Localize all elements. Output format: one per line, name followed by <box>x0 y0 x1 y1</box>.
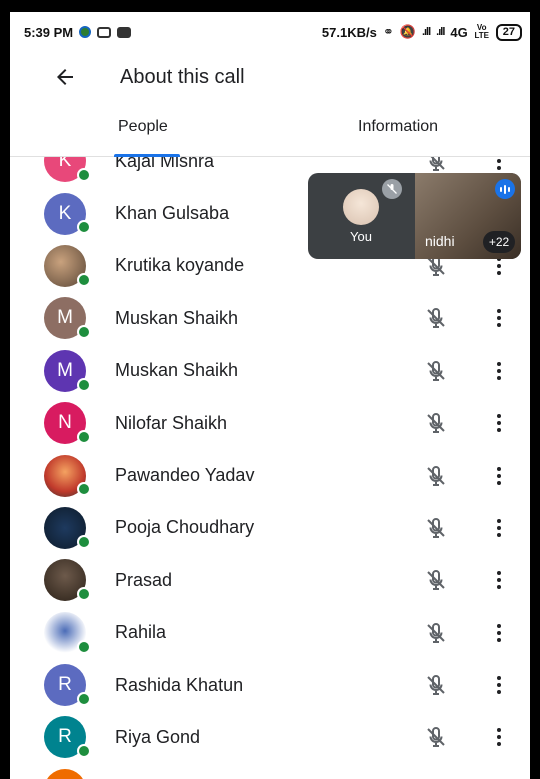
tab-information[interactable]: Information <box>358 118 438 136</box>
participant-name: Muskan Shaikh <box>115 307 239 328</box>
more-options-button[interactable] <box>490 157 508 173</box>
participant-row[interactable] <box>10 764 530 779</box>
network-type: 4G <box>450 24 468 40</box>
mic-off-icon <box>424 411 448 435</box>
participant-name: Khan Gulsaba <box>115 203 230 224</box>
online-status-dot <box>77 377 91 392</box>
headphones-icon: ⚭ <box>382 24 394 39</box>
more-options-button[interactable] <box>490 725 508 749</box>
signal-icon-2: .ıll <box>436 26 445 38</box>
more-options-button[interactable] <box>490 568 508 592</box>
self-video-tile[interactable]: You <box>308 173 414 259</box>
more-options-button[interactable] <box>490 306 508 330</box>
participant-avatar <box>44 768 86 779</box>
more-options-button[interactable] <box>490 411 508 435</box>
mic-off-icon <box>424 568 448 592</box>
more-vert-icon <box>497 728 501 733</box>
muted-mic-icon <box>382 179 402 199</box>
online-status-dot <box>77 168 91 182</box>
mute-bell-icon: 🔕 <box>399 24 416 39</box>
signal-icon: .ıll <box>421 26 431 38</box>
self-tile-label: You <box>350 229 372 244</box>
chrome-notification-icon <box>79 26 92 38</box>
participant-name: Pawandeo Yadav <box>115 465 255 486</box>
participant-name: Prasad <box>115 569 173 590</box>
online-status-dot <box>77 587 91 602</box>
participant-row[interactable]: Pooja Choudhary <box>10 502 530 554</box>
video-notification-icon <box>97 26 112 38</box>
more-vert-icon <box>497 518 501 523</box>
participant-row[interactable]: Rahila <box>10 607 530 659</box>
online-status-dot <box>77 691 91 706</box>
arrow-back-icon <box>57 69 73 85</box>
participant-tile-label: nidhi <box>425 233 455 249</box>
mic-off-icon <box>424 673 448 697</box>
more-options-button[interactable] <box>490 359 508 383</box>
participant-row[interactable]: Pawandeo Yadav <box>10 449 530 501</box>
participant-name: Rashida Khatun <box>115 674 244 695</box>
participant-name: Nilofar Shaikh <box>115 412 228 433</box>
more-participants-count[interactable]: +22 <box>483 231 515 253</box>
participant-row[interactable]: Prasad <box>10 554 530 606</box>
online-status-dot <box>77 639 91 654</box>
status-bar: 5:39 PM 57.1KB/s ⚭ 🔕 .ıll .ıll 4G Vo LTE… <box>10 12 530 52</box>
mic-off-icon <box>424 725 448 749</box>
volte-icon: Vo LTE <box>474 23 489 40</box>
more-vert-icon <box>497 676 501 681</box>
more-vert-icon <box>497 466 501 471</box>
participant-name: Muskan Shaikh <box>115 360 239 381</box>
participant-row[interactable]: R Riya Gond <box>10 711 530 763</box>
more-options-button[interactable] <box>490 621 508 645</box>
more-vert-icon <box>497 571 501 576</box>
participant-name: Krutika koyande <box>115 255 245 276</box>
more-vert-icon <box>497 309 501 314</box>
youtube-notification-icon <box>117 26 132 38</box>
tab-bar: People Information <box>10 110 530 157</box>
screen: 5:39 PM 57.1KB/s ⚭ 🔕 .ıll .ıll 4G Vo LTE… <box>10 12 530 779</box>
more-options-button[interactable] <box>490 516 508 540</box>
more-vert-icon <box>497 623 501 628</box>
participant-row[interactable]: M Muskan Shaikh <box>10 292 530 344</box>
more-vert-icon <box>497 414 501 419</box>
speaking-indicator-icon <box>495 179 515 199</box>
online-status-dot <box>77 429 91 444</box>
more-options-button[interactable] <box>490 673 508 697</box>
floating-video-tiles[interactable]: You nidhi +22 <box>308 173 521 259</box>
participant-row[interactable]: M Muskan Shaikh <box>10 345 530 397</box>
online-status-dot <box>77 744 91 759</box>
mic-off-icon <box>424 157 448 173</box>
mic-off-icon <box>424 359 448 383</box>
status-time: 5:39 PM <box>24 24 74 40</box>
mic-off-icon <box>424 621 448 645</box>
battery-indicator: 27 <box>495 23 522 41</box>
mic-off-icon <box>424 516 448 540</box>
network-speed: 57.1KB/s <box>321 24 377 40</box>
self-avatar <box>343 189 379 225</box>
participant-row[interactable]: N Nilofar Shaikh <box>10 397 530 449</box>
online-status-dot <box>77 220 91 235</box>
participant-row[interactable]: R Rashida Khatun <box>10 659 530 711</box>
more-vert-icon <box>497 361 501 366</box>
mic-off-icon <box>424 306 448 330</box>
page-title: About this call <box>120 65 245 88</box>
participant-name: Rahila <box>115 622 167 643</box>
app-header: About this call <box>10 52 530 102</box>
more-options-button[interactable] <box>490 464 508 488</box>
participant-name: Kajal Mishra <box>115 157 215 171</box>
online-status-dot <box>77 482 91 497</box>
online-status-dot <box>77 272 91 287</box>
back-button[interactable] <box>40 57 90 97</box>
participant-name: Pooja Choudhary <box>115 517 255 538</box>
tab-people[interactable]: People <box>118 118 168 136</box>
online-status-dot <box>77 534 91 549</box>
participant-video-tile[interactable]: nidhi +22 <box>415 173 521 259</box>
participant-name: Riya Gond <box>115 726 201 747</box>
mic-off-icon <box>424 464 448 488</box>
online-status-dot <box>77 325 91 340</box>
